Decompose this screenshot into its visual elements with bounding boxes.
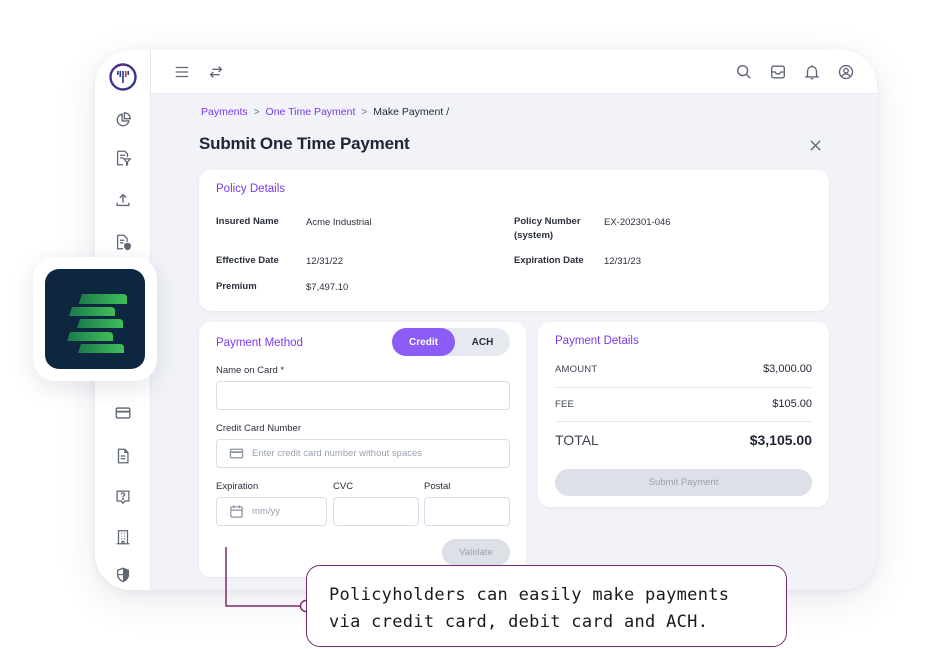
name-on-card-input[interactable] — [216, 381, 510, 410]
total-label: TOTAL — [555, 432, 599, 448]
close-icon — [809, 139, 821, 151]
app-badge — [33, 257, 157, 381]
cvc-input[interactable] — [333, 497, 419, 526]
expiration-placeholder: mm/yy — [252, 506, 280, 517]
breadcrumb-current: Make Payment / — [373, 106, 450, 118]
menu-icon[interactable] — [171, 61, 193, 83]
total-value: $3,105.00 — [749, 432, 812, 448]
card-number-placeholder: Enter credit card number without spaces — [252, 448, 423, 459]
inbox-icon[interactable] — [767, 61, 789, 83]
switch-icon[interactable] — [205, 61, 227, 83]
postal-label: Postal — [424, 481, 451, 492]
policy-number-label-line2: (system) — [514, 230, 554, 241]
user-icon[interactable] — [835, 61, 857, 83]
expiration-date-label: Expiration Date — [514, 255, 584, 266]
calendar-icon — [230, 505, 243, 518]
policy-details-title: Policy Details — [216, 183, 286, 195]
policy-details-card: Policy Details Insured Name Acme Industr… — [199, 170, 829, 311]
cvc-label: CVC — [333, 481, 354, 492]
breadcrumb-separator: > — [253, 106, 260, 118]
amount-value: $3,000.00 — [763, 363, 812, 375]
effective-date-value: 12/31/22 — [306, 256, 343, 267]
expiration-input[interactable]: mm/yy — [216, 497, 327, 526]
breadcrumb-separator: > — [361, 106, 368, 118]
expiration-label: Expiration — [216, 481, 259, 492]
top-bar — [151, 50, 877, 94]
document-shield-icon[interactable] — [111, 230, 135, 254]
payment-method-title: Payment Method — [216, 337, 303, 349]
shield-icon[interactable] — [111, 563, 135, 587]
brand-logo-icon[interactable] — [108, 62, 138, 92]
app-logo-icon — [45, 269, 145, 369]
amount-row: AMOUNT $3,000.00 — [555, 363, 812, 375]
fee-value: $105.00 — [772, 398, 812, 410]
close-button[interactable] — [806, 136, 824, 154]
callout-line-1: Policyholders can easily make payments — [329, 585, 730, 605]
credit-card-icon[interactable] — [111, 401, 135, 425]
total-row: TOTAL $3,105.00 — [555, 432, 812, 448]
toggle-credit[interactable]: Credit — [392, 328, 455, 356]
insured-name-label: Insured Name — [216, 216, 279, 227]
credit-card-icon — [229, 448, 244, 459]
breadcrumb: Payments > One Time Payment > Make Payme… — [201, 106, 449, 118]
payment-details-card: Payment Details AMOUNT $3,000.00 FEE $10… — [538, 322, 829, 507]
submit-payment-button[interactable]: Submit Payment — [555, 469, 812, 496]
upload-icon[interactable] — [111, 188, 135, 212]
breadcrumb-payments[interactable]: Payments — [201, 106, 248, 118]
callout-line-2: via credit card, debit card and ACH. — [329, 612, 709, 632]
expiration-date-value: 12/31/23 — [604, 256, 641, 267]
amount-label: AMOUNT — [555, 363, 598, 375]
search-icon[interactable] — [733, 61, 755, 83]
card-number-input[interactable]: Enter credit card number without spaces — [216, 439, 510, 468]
app-window: Payments > One Time Payment > Make Payme… — [95, 50, 877, 590]
divider — [555, 387, 812, 388]
document-filter-icon[interactable] — [111, 146, 135, 170]
premium-value: $7,497.10 — [306, 282, 349, 293]
premium-label: Premium — [216, 281, 257, 292]
insured-name-value: Acme Industrial — [306, 217, 372, 228]
postal-input[interactable] — [424, 497, 510, 526]
pie-chart-icon[interactable] — [111, 108, 135, 132]
fee-row: FEE $105.00 — [555, 398, 812, 410]
document-icon[interactable] — [111, 444, 135, 468]
page-title: Submit One Time Payment — [199, 134, 410, 153]
divider — [555, 421, 812, 422]
validate-button[interactable]: Validate — [442, 539, 510, 566]
building-icon[interactable] — [111, 525, 135, 549]
help-icon[interactable] — [111, 485, 135, 509]
toggle-ach[interactable]: ACH — [455, 328, 510, 356]
effective-date-label: Effective Date — [216, 255, 279, 266]
breadcrumb-one-time-payment[interactable]: One Time Payment — [266, 106, 356, 118]
payment-method-card: Payment Method Credit ACH Name on Card *… — [199, 322, 526, 577]
policy-number-value: EX-202301-046 — [604, 217, 671, 228]
bell-icon[interactable] — [801, 61, 823, 83]
policy-number-label-line1: Policy Number — [514, 216, 581, 227]
feature-callout: Policyholders can easily make payments v… — [306, 565, 787, 647]
card-number-label: Credit Card Number — [216, 423, 301, 434]
payment-details-title: Payment Details — [555, 335, 639, 347]
fee-label: FEE — [555, 398, 575, 410]
policy-number-label: Policy Number (system) — [514, 215, 581, 243]
name-on-card-label: Name on Card * — [216, 365, 285, 376]
payment-method-toggle: Credit ACH — [392, 328, 510, 356]
